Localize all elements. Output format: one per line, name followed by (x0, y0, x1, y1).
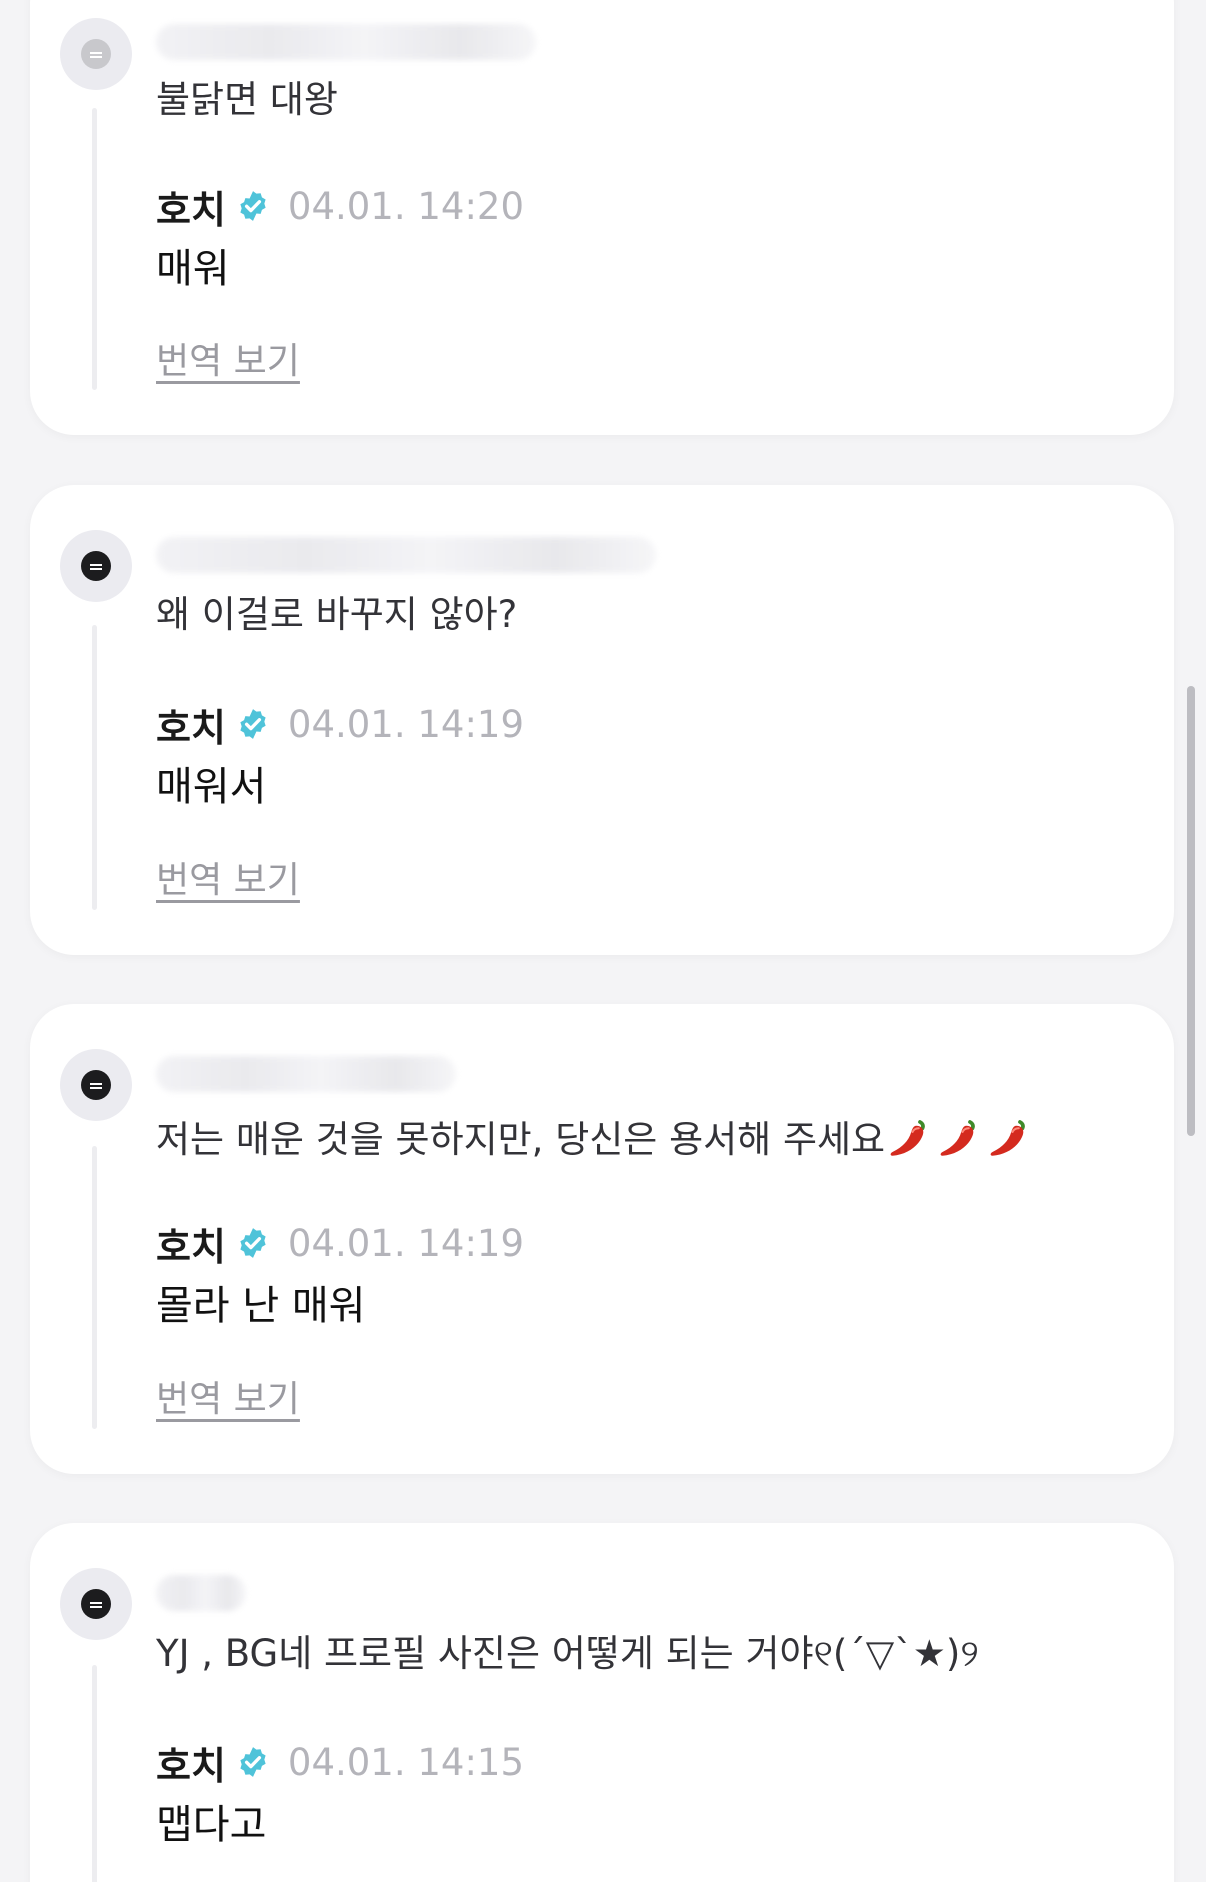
comment-card: YJ , BG네 프로필 사진은 어떻게 되는 거야୧(´▽`★)୨ 호치 04… (30, 1523, 1174, 1882)
reply-text: 몰라 난 매워 (156, 1283, 366, 1329)
chili-pepper-icon (940, 1120, 975, 1156)
thread-line (92, 1146, 97, 1429)
reply-author[interactable]: 호치 (156, 1216, 226, 1271)
thread-line (92, 1665, 97, 1882)
default-avatar-icon (81, 39, 111, 69)
commenter-avatar[interactable] (60, 1049, 132, 1121)
reply-author[interactable]: 호치 (156, 697, 226, 752)
reply-header: 호치 04.01. 14:19 (156, 697, 524, 752)
verified-badge-icon (240, 1747, 266, 1777)
verified-badge-icon (240, 1228, 266, 1258)
verified-badge-icon (240, 709, 266, 739)
reply-header: 호치 04.01. 14:15 (156, 1735, 524, 1790)
commenter-name-blurred (156, 1575, 246, 1611)
scrollbar[interactable] (1187, 686, 1195, 1136)
comment-card: 불닭면 대왕 호치 04.01. 14:20 매워 번역 보기 (30, 0, 1174, 435)
chili-pepper-icon (890, 1120, 925, 1156)
translate-link[interactable]: 번역 보기 (156, 340, 300, 384)
translate-link[interactable]: 번역 보기 (156, 1378, 300, 1422)
default-avatar-icon (81, 1070, 111, 1100)
commenter-avatar[interactable] (60, 1568, 132, 1640)
reply-author[interactable]: 호치 (156, 1735, 226, 1790)
comment-card: 왜 이걸로 바꾸지 않아? 호치 04.01. 14:19 매워서 번역 보기 (30, 485, 1174, 955)
reply-text: 매워서 (156, 764, 267, 810)
comment-text: YJ , BG네 프로필 사진은 어떻게 되는 거야୧(´▽`★)୨ (156, 1632, 979, 1675)
commenter-name-blurred (156, 24, 536, 60)
chili-pepper-icon (990, 1120, 1025, 1156)
comment-text-row: 저는 매운 것을 못하지만, 당신은 용서해 주세요 (156, 1112, 1035, 1163)
default-avatar-icon (81, 551, 111, 581)
reply-text: 매워 (156, 246, 230, 292)
verified-badge-icon (240, 191, 266, 221)
reply-timestamp: 04.01. 14:19 (287, 702, 524, 746)
reply-timestamp: 04.01. 14:15 (287, 1740, 524, 1784)
commenter-avatar[interactable] (60, 530, 132, 602)
reply-timestamp: 04.01. 14:20 (287, 184, 524, 228)
reply-header: 호치 04.01. 14:19 (156, 1216, 524, 1271)
commenter-name-blurred (156, 1056, 456, 1092)
comment-text: 왜 이걸로 바꾸지 않아? (156, 593, 518, 636)
default-avatar-icon (81, 1589, 111, 1619)
comment-card: 저는 매운 것을 못하지만, 당신은 용서해 주세요 호치 04.01. 14:… (30, 1004, 1174, 1474)
comment-feed: 불닭면 대왕 호치 04.01. 14:20 매워 번역 보기 왜 이걸로 바꾸… (0, 0, 1206, 1882)
commenter-name-blurred (156, 537, 656, 573)
reply-author[interactable]: 호치 (156, 179, 226, 234)
reply-text: 맵다고 (156, 1802, 267, 1848)
reply-header: 호치 04.01. 14:20 (156, 179, 524, 234)
thread-line (92, 625, 97, 910)
reply-timestamp: 04.01. 14:19 (287, 1221, 524, 1265)
comment-text: 저는 매운 것을 못하지만, 당신은 용서해 주세요 (156, 1118, 886, 1161)
thread-line (92, 108, 97, 390)
comment-text: 불닭면 대왕 (156, 78, 338, 121)
commenter-avatar[interactable] (60, 18, 132, 90)
translate-link[interactable]: 번역 보기 (156, 859, 300, 903)
